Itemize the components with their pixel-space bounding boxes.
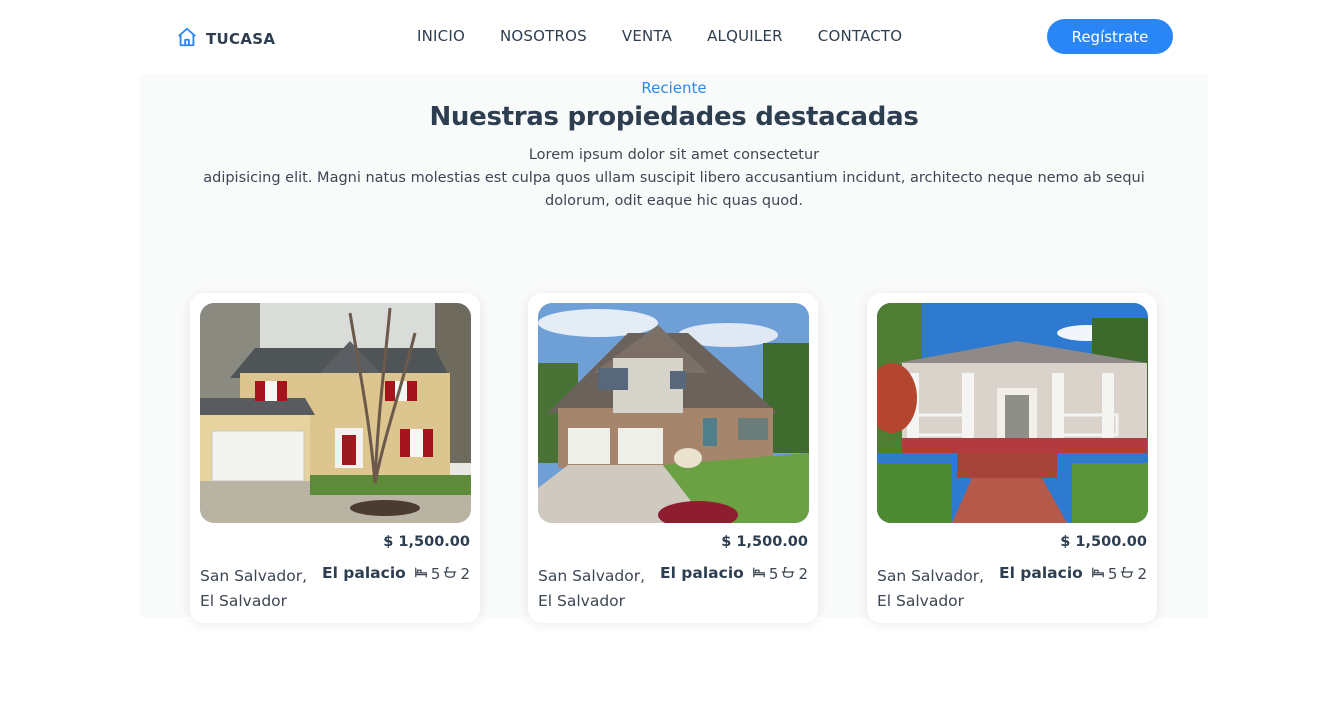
featured-properties-section: Reciente Nuestras propiedades destacadas… xyxy=(140,74,1208,623)
bed-count: 5 xyxy=(768,565,779,583)
bed-count: 5 xyxy=(430,565,441,583)
bed-count: 5 xyxy=(1107,565,1118,583)
bed-icon xyxy=(752,565,766,583)
bath-count: 2 xyxy=(460,565,470,583)
property-card[interactable]: $ 1,500.00 San Salvador, El Salvador El … xyxy=(867,293,1157,623)
property-card[interactable]: $ 1,500.00 San Salvador, El Salvador El … xyxy=(528,293,818,623)
property-name[interactable]: El palacio xyxy=(322,564,406,582)
property-price: $ 1,500.00 xyxy=(721,534,808,550)
property-price: $ 1,500.00 xyxy=(1060,534,1147,550)
property-specs: 5 2 xyxy=(414,565,470,583)
bath-icon xyxy=(781,565,795,583)
bath-icon xyxy=(1120,565,1134,583)
bath-icon xyxy=(443,565,457,583)
home-icon xyxy=(176,26,198,52)
nav-link-nosotros[interactable]: NOSOTROS xyxy=(500,27,587,45)
bed-icon xyxy=(414,565,428,583)
property-photo[interactable] xyxy=(877,303,1148,523)
section-description: Lorem ipsum dolor sit amet consectetur a… xyxy=(200,144,1148,213)
description-line-1: Lorem ipsum dolor sit amet consectetur xyxy=(528,147,820,163)
property-name[interactable]: El palacio xyxy=(660,564,744,582)
property-location: San Salvador, El Salvador xyxy=(200,567,308,610)
nav-link-inicio[interactable]: INICIO xyxy=(417,27,465,45)
bath-count: 2 xyxy=(798,565,808,583)
nav-link-venta[interactable]: VENTA xyxy=(622,27,672,45)
property-location: San Salvador, El Salvador xyxy=(877,567,985,610)
property-photo[interactable] xyxy=(200,303,471,523)
bed-icon xyxy=(1091,565,1105,583)
property-card[interactable]: $ 1,500.00 San Salvador, El Salvador El … xyxy=(190,293,480,623)
brand-name: TUCASA xyxy=(206,30,276,48)
property-specs: 5 2 xyxy=(1091,565,1147,583)
property-photo[interactable] xyxy=(538,303,809,523)
main-menu: INICIO NOSOTROS VENTA ALQUILER CONTACTO xyxy=(417,27,937,45)
nav-link-contacto[interactable]: CONTACTO xyxy=(818,27,903,45)
property-name[interactable]: El palacio xyxy=(999,564,1083,582)
property-specs: 5 2 xyxy=(752,565,808,583)
bath-count: 2 xyxy=(1137,565,1147,583)
register-button[interactable]: Regístrate xyxy=(1047,19,1173,54)
nav-link-alquiler[interactable]: ALQUILER xyxy=(707,27,783,45)
property-price: $ 1,500.00 xyxy=(383,534,470,550)
navbar: TUCASA INICIO NOSOTROS VENTA ALQUILER CO… xyxy=(0,0,1343,74)
property-location: San Salvador, El Salvador xyxy=(538,567,646,610)
brand-logo[interactable]: TUCASA xyxy=(176,26,275,52)
section-title: Nuestras propiedades destacadas xyxy=(429,102,919,132)
description-line-2: adipisicing elit. Magni natus molestias … xyxy=(203,170,1145,209)
section-eyebrow: Reciente xyxy=(641,79,707,97)
